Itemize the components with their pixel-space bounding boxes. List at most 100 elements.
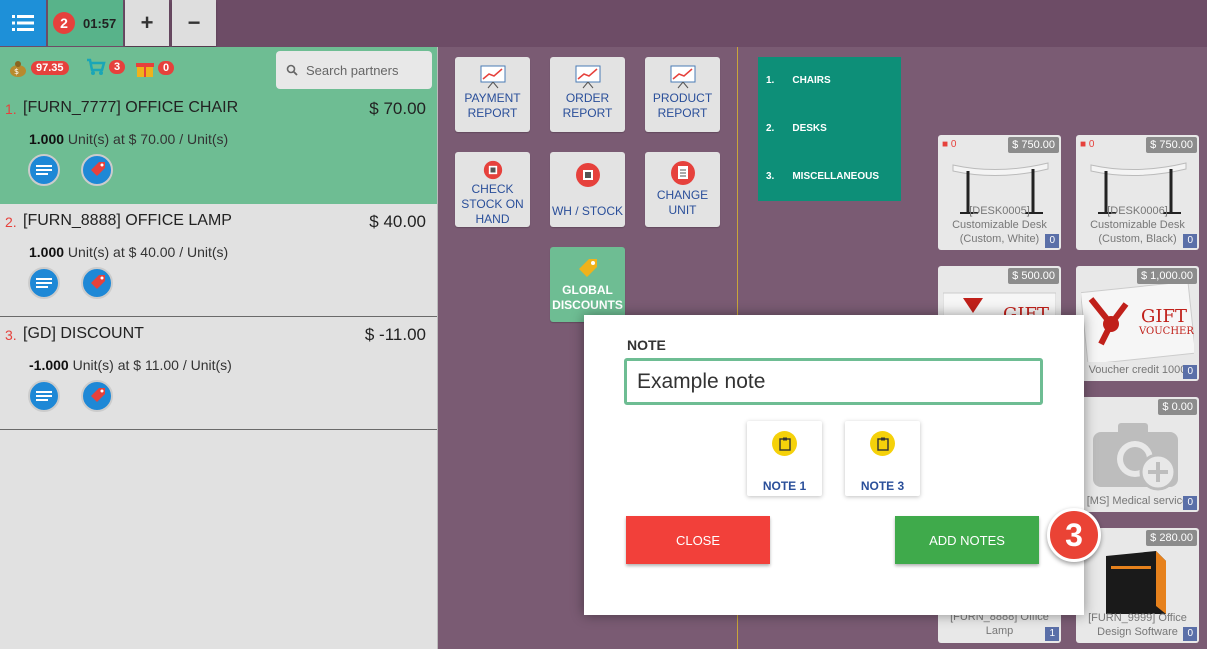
report-chart-icon (575, 65, 600, 89)
search-placeholder: Search partners (306, 62, 399, 78)
global-discounts-button[interactable]: GLOBAL DISCOUNTS (550, 247, 625, 322)
orderline-name: [FURN_7777] OFFICE CHAIR (23, 99, 239, 116)
category-chairs[interactable]: 1. CHAIRS (766, 75, 831, 86)
product-name: [DESK0006] Customizable Desk (Custom, Bl… (1090, 205, 1185, 245)
list-icon (12, 15, 34, 31)
loyalty-points[interactable]: $ 97.35 (8, 58, 69, 78)
product-stock: 0 (1183, 627, 1197, 641)
line-discount-tag-icon[interactable] (81, 267, 113, 299)
orderline-price: $ -11.00 (364, 325, 426, 344)
order-panel: $ 97.35 3 0 Search partners 1. [FURN_777… (0, 47, 438, 649)
gift-voucher-image: GIFTVOUCHER (1081, 284, 1194, 362)
change-unit-label-2: UNIT (668, 203, 697, 217)
product-card-medical-service[interactable]: $ 0.00 [MS] Medical service 0 (1076, 397, 1199, 512)
category-label: MISCELLANEOUS (792, 171, 880, 182)
order-tab[interactable]: 2 01:57 (48, 0, 123, 46)
product-price: $ 0.00 (1158, 399, 1197, 415)
note-1-label: NOTE 1 (762, 479, 807, 493)
cart-badge: 3 (109, 60, 126, 74)
unit-list-icon (670, 161, 695, 185)
gift-icon (136, 63, 154, 77)
product-price: $ 500.00 (1008, 268, 1059, 284)
cart-count[interactable]: 3 (86, 58, 126, 76)
change-unit-button[interactable]: CHANGE UNIT (645, 152, 720, 227)
category-number: 1. (766, 75, 775, 86)
product-report-label-1: PRODUCT (652, 91, 713, 105)
order-report-button[interactable]: ORDER REPORT (550, 57, 625, 132)
orderline[interactable]: 2. [FURN_8888] OFFICE LAMP $ 40.00 1.000… (0, 204, 437, 317)
close-button[interactable]: CLOSE (626, 516, 770, 564)
orderline-price: $ 70.00 (369, 99, 426, 118)
category-desks[interactable]: 2. DESKS (766, 123, 827, 134)
top-bar: 2 01:57 + − (0, 0, 1207, 47)
note-popup: NOTE NOTE 1 NOTE 3 CLOSE ADD NOTES (584, 315, 1084, 615)
line-note-icon[interactable] (28, 267, 60, 299)
step-number-badge: 3 (1047, 508, 1101, 562)
orderline-qty: -1.000 Unit(s) at $ 11.00 / Unit(s) (29, 357, 232, 373)
product-name: [MS] Medical service (1086, 495, 1189, 507)
check-stock-label-2: STOCK ON (461, 197, 524, 211)
orderline-qty: 1.000 Unit(s) at $ 70.00 / Unit(s) (29, 131, 228, 147)
product-card-desk0006[interactable]: ■ 0 $ 750.00 [DESK0006] Customizable Des… (1076, 135, 1199, 250)
note-3-label: NOTE 3 (860, 479, 905, 493)
orderline-price: $ 40.00 (369, 212, 426, 231)
product-name: [DESK0005] Customizable Desk (Custom, Wh… (952, 205, 1047, 245)
search-icon (286, 64, 298, 76)
menu-button[interactable] (0, 0, 46, 46)
orderline-name: [GD] DISCOUNT (23, 325, 144, 342)
camera-placeholder-image (1093, 423, 1178, 491)
report-chart-icon (670, 65, 695, 89)
orderline[interactable]: 1. [FURN_7777] OFFICE CHAIR $ 70.00 1.00… (0, 91, 437, 204)
product-report-label-2: REPORT (657, 106, 708, 120)
cart-icon (87, 58, 106, 75)
category-label: CHAIRS (792, 75, 831, 86)
wh-stock-button[interactable]: WH / STOCK (550, 152, 625, 227)
product-card-voucher-1000[interactable]: GIFT VOUCHER $ 1,000.00 Voucher credit 10… (1076, 266, 1199, 381)
note-3-button[interactable]: NOTE 3 (845, 421, 920, 496)
order-report-label-1: ORDER (565, 91, 610, 105)
payment-report-button[interactable]: PAYMENT REPORT (455, 57, 530, 132)
software-box-image (1106, 551, 1166, 614)
payment-report-label-1: PAYMENT (464, 91, 521, 105)
product-stock: 0 (1183, 365, 1197, 379)
line-note-icon[interactable] (28, 154, 60, 186)
product-stock: 1 (1045, 627, 1059, 641)
orderline-unit-detail: Unit(s) at $ 11.00 / Unit(s) (68, 357, 232, 373)
note-1-button[interactable]: NOTE 1 (747, 421, 822, 496)
add-notes-button[interactable]: ADD NOTES (895, 516, 1039, 564)
product-name: Voucher credit 1000 (1088, 364, 1187, 376)
order-panel-header: $ 97.35 3 0 Search partners (0, 47, 437, 91)
orderline-name: [FURN_8888] OFFICE LAMP (23, 212, 232, 229)
line-note-icon[interactable] (28, 380, 60, 412)
gift-count[interactable]: 0 (135, 58, 175, 78)
clipboard-icon (870, 431, 895, 456)
product-card-desk0005[interactable]: ■ 0 $ 750.00 [DESK0005] Customizable Des… (938, 135, 1061, 250)
orderline-qty-value: 1.000 (29, 244, 65, 260)
order-number-badge: 2 (53, 12, 75, 34)
note-input[interactable] (624, 358, 1043, 405)
product-stock: 0 (1183, 234, 1197, 248)
orderline-unit-detail: Unit(s) at $ 40.00 / Unit(s) (64, 244, 229, 260)
category-miscellaneous[interactable]: 3. MISCELLANEOUS (766, 171, 879, 182)
orderline-index: 2. (5, 214, 17, 230)
product-report-button[interactable]: PRODUCT REPORT (645, 57, 720, 132)
note-label: NOTE (627, 337, 666, 353)
orderline-qty-value: -1.000 (29, 357, 69, 373)
check-stock-button[interactable]: CHECK STOCK ON HAND (455, 152, 530, 227)
search-partners-input[interactable]: Search partners (276, 51, 432, 89)
remove-order-button[interactable]: − (172, 0, 216, 46)
money-bag-icon: $ (10, 61, 26, 77)
add-order-button[interactable]: + (125, 0, 169, 46)
gift-badge: 0 (158, 61, 175, 75)
svg-text:$: $ (14, 67, 19, 76)
check-stock-label-3: HAND (475, 212, 510, 226)
orderline-index: 3. (5, 327, 17, 343)
orderline[interactable]: 3. [GD] DISCOUNT $ -11.00 -1.000 Unit(s)… (0, 317, 437, 430)
product-stock: 0 (1045, 234, 1059, 248)
orderline-qty-value: 1.000 (29, 131, 65, 147)
line-discount-tag-icon[interactable] (81, 380, 113, 412)
global-discounts-label-1: GLOBAL (562, 283, 613, 297)
category-label: DESKS (792, 123, 827, 134)
line-discount-tag-icon[interactable] (81, 154, 113, 186)
lock-count: 0 (950, 139, 957, 150)
